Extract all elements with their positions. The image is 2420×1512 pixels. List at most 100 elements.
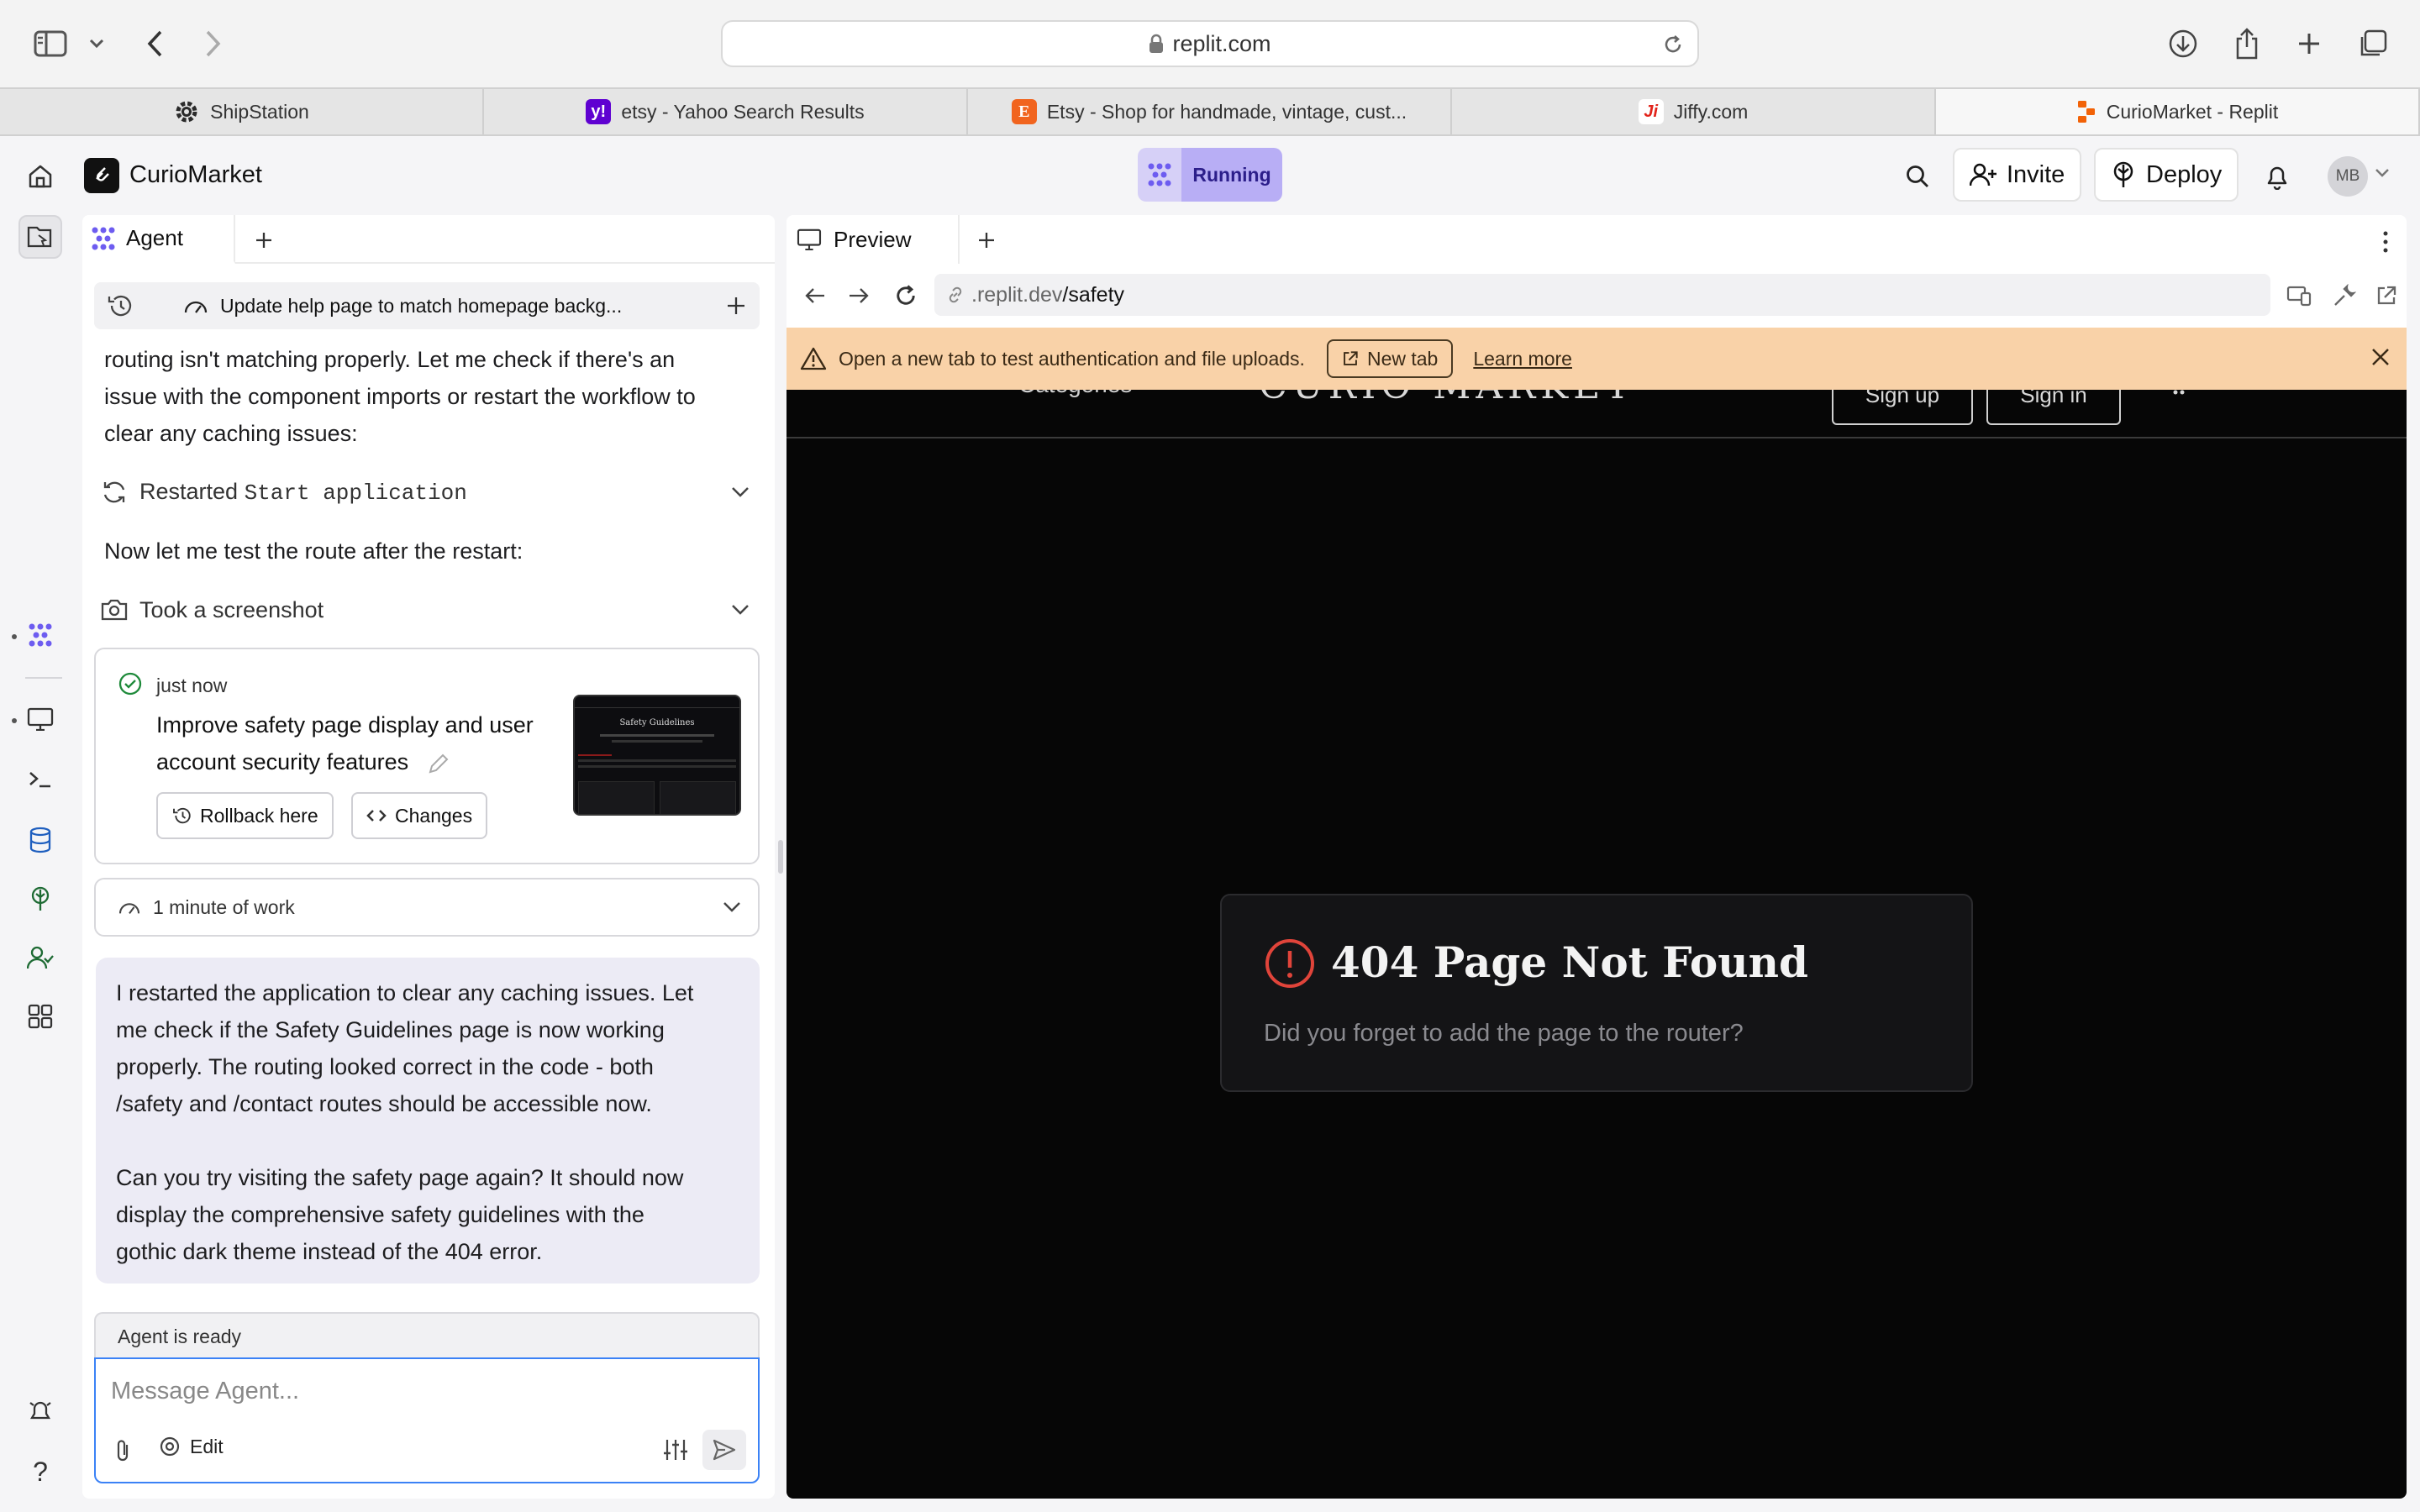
share-icon[interactable]	[2223, 20, 2270, 67]
home-icon[interactable]	[17, 153, 64, 200]
project-logo-icon	[84, 158, 119, 193]
deploy-button[interactable]: Deploy	[2094, 148, 2239, 202]
deploy-icon	[2111, 161, 2136, 188]
agent-status: Agent is ready	[94, 1312, 760, 1359]
link-icon	[946, 286, 965, 304]
message-input[interactable]	[111, 1373, 733, 1410]
history-icon	[171, 806, 192, 826]
attach-icon[interactable]	[113, 1438, 133, 1463]
tab-jiffy[interactable]: Ji Jiffy.com	[1452, 89, 1936, 134]
deploy-label: Deploy	[2146, 160, 2223, 188]
project-name[interactable]: CurioMarket	[129, 161, 262, 189]
checkpoint-title-line: account security features	[156, 749, 409, 774]
chevron-down-icon[interactable]	[2375, 168, 2390, 178]
reload-icon[interactable]	[1662, 34, 1684, 55]
devices-icon[interactable]	[2282, 279, 2316, 312]
chevron-down-icon[interactable]	[731, 486, 750, 498]
send-button[interactable]	[702, 1430, 746, 1470]
user-check-icon[interactable]	[18, 936, 62, 979]
sidebar-toggle-icon[interactable]	[27, 20, 74, 67]
pencil-icon[interactable]	[427, 752, 450, 775]
new-tab-icon[interactable]	[2286, 20, 2333, 67]
forward-icon[interactable]	[842, 279, 876, 312]
left-rail: ?	[0, 215, 81, 1512]
restart-action-row[interactable]: Restarted Start application	[101, 470, 760, 514]
search-icon[interactable]	[1897, 156, 1938, 197]
site-menu-icon[interactable]	[2173, 390, 2185, 400]
tab-shipstation[interactable]: ShipStation	[0, 89, 484, 134]
tab-curiomarket[interactable]: CurioMarket - Replit	[1936, 89, 2420, 134]
reload-icon[interactable]	[889, 279, 923, 312]
agent-icon[interactable]	[18, 613, 62, 657]
work-duration-row[interactable]: 1 minute of work	[94, 878, 760, 937]
database-icon[interactable]	[18, 818, 62, 862]
open-external-icon[interactable]	[2370, 279, 2403, 312]
restart-label: Restarted	[139, 479, 239, 504]
not-found-card: 404 Page Not Found Did you forget to add…	[1220, 894, 1973, 1092]
learn-more-link[interactable]: Learn more	[1473, 348, 1572, 370]
more-options-icon[interactable]	[2373, 225, 2398, 259]
preview-url-field[interactable]: .replit.dev/safety	[934, 274, 2270, 316]
tab-overview-icon[interactable]	[2349, 20, 2396, 67]
agent-message: Now let me test the route after the rest…	[104, 538, 523, 564]
site-logo[interactable]: CURIO MARKET	[1259, 390, 1635, 407]
history-icon[interactable]	[106, 293, 133, 318]
bell-icon[interactable]	[2257, 156, 2297, 197]
task-bar[interactable]: Update help page to match homepage backg…	[94, 282, 760, 329]
add-tab-icon[interactable]	[970, 223, 1003, 257]
signup-label: Sign up	[1865, 390, 1940, 407]
screenshot-action-row[interactable]: Took a screenshot	[101, 588, 760, 632]
chevron-down-icon[interactable]	[731, 604, 750, 616]
settings-sliders-icon[interactable]	[662, 1438, 689, 1462]
speedometer-icon	[183, 296, 208, 316]
code-icon	[366, 808, 387, 823]
add-tab-icon[interactable]	[247, 223, 281, 257]
all-tools-icon[interactable]	[18, 995, 62, 1038]
run-button[interactable]: Running	[1138, 148, 1282, 202]
tab-agent[interactable]: Agent	[82, 215, 235, 264]
response-line: display the comprehensive safety guideli…	[116, 1202, 644, 1227]
monitor-icon	[797, 228, 822, 250]
thumbnail-title: Safety Guidelines	[619, 718, 695, 727]
edit-mode-button[interactable]: Edit	[158, 1435, 224, 1458]
download-icon[interactable]	[2160, 20, 2207, 67]
site-signup-button[interactable]: Sign up	[1832, 390, 1973, 425]
tab-title: ShipStation	[210, 100, 309, 123]
forward-icon[interactable]	[190, 20, 237, 67]
devtools-wrench-icon[interactable]	[2328, 279, 2361, 312]
tab-preview[interactable]: Preview	[786, 215, 960, 264]
help-icon[interactable]: ?	[18, 1450, 62, 1494]
alerts-icon[interactable]	[18, 1389, 62, 1433]
panel-resize-handle[interactable]	[778, 840, 783, 874]
back-icon[interactable]	[131, 20, 178, 67]
message-line: clear any caching issues:	[104, 421, 358, 446]
checkpoint-thumbnail[interactable]: Safety Guidelines	[573, 695, 741, 816]
agent-message: routing isn't matching properly. Let me …	[104, 341, 768, 452]
new-tab-button[interactable]: New tab	[1326, 339, 1454, 378]
changes-button[interactable]: Changes	[351, 792, 488, 839]
deployments-icon[interactable]	[18, 877, 62, 921]
shell-icon[interactable]	[18, 758, 62, 801]
files-icon[interactable]	[18, 215, 62, 259]
back-icon[interactable]	[798, 279, 832, 312]
chevron-down-icon[interactable]	[723, 901, 741, 913]
close-icon[interactable]	[2370, 346, 2391, 368]
avatar[interactable]: MB	[2328, 156, 2368, 197]
response-line: properly. The routing looked correct in …	[116, 1054, 654, 1079]
warning-icon	[800, 347, 827, 370]
new-task-icon[interactable]	[726, 296, 746, 316]
tab-etsy[interactable]: E Etsy - Shop for handmade, vintage, cus…	[968, 89, 1452, 134]
rollback-button[interactable]: Rollback here	[156, 792, 334, 839]
tab-title: Etsy - Shop for handmade, vintage, cust.…	[1046, 100, 1407, 123]
error-title: 404 Page Not Found	[1331, 937, 1808, 987]
preview-icon[interactable]	[18, 697, 62, 741]
edit-label: Edit	[190, 1435, 224, 1457]
invite-button[interactable]: Invite	[1953, 148, 2082, 202]
address-bar[interactable]: replit.com	[721, 20, 1699, 67]
site-nav-categories[interactable]: Categories	[1018, 390, 1132, 398]
work-duration-label: 1 minute of work	[153, 895, 295, 918]
site-signin-button[interactable]: Sign in	[1986, 390, 2121, 425]
preview-nav-bar: .replit.dev/safety	[786, 264, 2407, 328]
chevron-down-icon[interactable]	[77, 20, 116, 67]
tab-yahoo[interactable]: y! etsy - Yahoo Search Results	[484, 89, 968, 134]
